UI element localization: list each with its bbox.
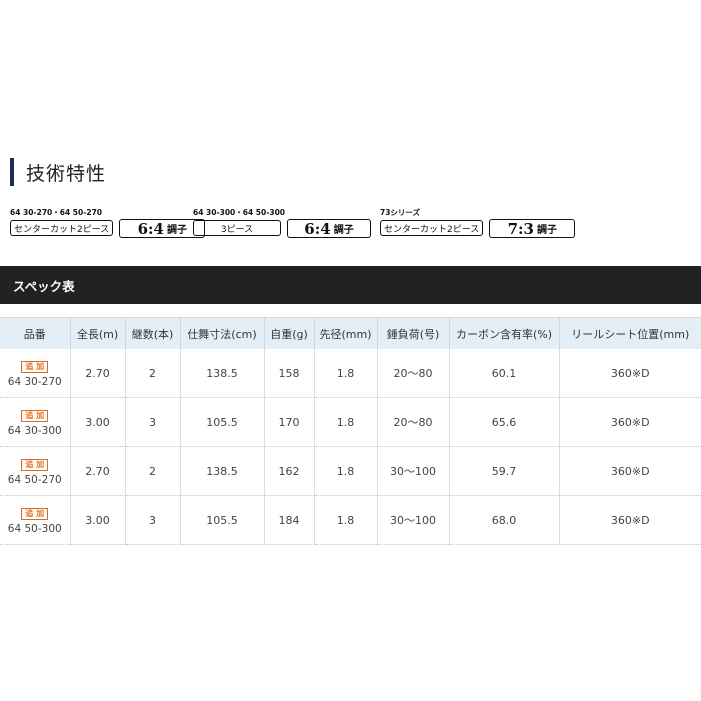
cell-length: 2.70 (70, 349, 126, 398)
cell-model: 追 加 64 30-270 (0, 349, 71, 398)
model-number: 64 30-300 (7, 424, 62, 437)
feature-caption: 73シリーズ (380, 208, 421, 217)
cell-tip-diameter: 1.8 (314, 397, 378, 447)
heading-accent-bar (10, 158, 14, 186)
cell-weight: 184 (264, 495, 315, 545)
feature-group-2: 64 30-300・64 50-300 3ピース 6:4 調子 (193, 208, 371, 238)
action-suffix: 調子 (536, 225, 557, 236)
cell-sinker-load: 20〜80 (377, 349, 450, 398)
cell-pieces: 3 (125, 397, 181, 447)
table-row: 追 加 64 30-300 3.00 3 105.5 170 1.8 20〜80 … (0, 397, 701, 447)
feature-action-label: 6:4 調子 (287, 219, 371, 238)
model-number: 64 30-270 (7, 375, 62, 388)
new-badge: 追 加 (21, 409, 49, 422)
feature-construction-label: 3ピース (193, 220, 281, 236)
cell-carbon: 68.0 (449, 495, 560, 545)
action-ratio: 6:4 (137, 219, 164, 238)
spec-table-header-bar: スペック表 (0, 266, 701, 304)
section-heading: 技術特性 (10, 157, 106, 187)
model-number: 64 50-300 (7, 522, 62, 535)
cell-closed-length: 105.5 (180, 397, 265, 447)
cell-reel-seat: 360※D (559, 397, 701, 447)
cell-carbon: 65.6 (449, 397, 560, 447)
cell-weight: 170 (264, 397, 315, 447)
cell-sinker-load: 20〜80 (377, 397, 450, 447)
col-header-weight: 自重(g) (264, 317, 315, 349)
cell-length: 2.70 (70, 446, 126, 496)
feature-action-label: 7:3 調子 (489, 219, 576, 238)
section-title: 技術特性 (26, 162, 107, 185)
col-header-carbon: カーボン含有率(%) (449, 317, 560, 349)
col-header-tip-diameter: 先径(mm) (314, 317, 378, 349)
feature-construction-label: センターカット2ピース (10, 220, 114, 236)
new-badge: 追 加 (21, 458, 49, 471)
cell-pieces: 2 (125, 446, 181, 496)
table-row: 追 加 64 30-270 2.70 2 138.5 158 1.8 20〜80 … (0, 349, 701, 398)
feature-group-1: 64 30-270・64 50-270 センターカット2ピース 6:4 調子 (10, 208, 206, 238)
spec-table: 品番 全長(m) 継数(本) 仕舞寸法(cm) 自重(g) 先径(mm) 錘負荷… (0, 317, 701, 545)
feature-caption: 64 30-300・64 50-300 (193, 208, 286, 217)
cell-weight: 158 (264, 349, 315, 398)
col-header-model: 品番 (0, 317, 71, 349)
cell-reel-seat: 360※D (559, 446, 701, 496)
col-header-reel-seat: リールシート位置(mm) (559, 317, 701, 349)
action-ratio: 6:4 (304, 219, 331, 238)
col-header-length: 全長(m) (70, 317, 126, 349)
col-header-sinker-load: 錘負荷(号) (377, 317, 450, 349)
cell-reel-seat: 360※D (559, 495, 701, 545)
cell-closed-length: 138.5 (180, 349, 265, 398)
cell-pieces: 3 (125, 495, 181, 545)
feature-group-3: 73シリーズ センターカット2ピース 7:3 調子 (380, 208, 576, 238)
cell-carbon: 60.1 (449, 349, 560, 398)
cell-sinker-load: 30〜100 (377, 495, 450, 545)
action-ratio: 7:3 (507, 219, 534, 238)
feature-construction-label: センターカット2ピース (380, 220, 484, 236)
cell-weight: 162 (264, 446, 315, 496)
new-badge: 追 加 (21, 360, 49, 373)
feature-caption: 64 30-270・64 50-270 (10, 208, 103, 217)
cell-model: 追 加 64 50-300 (0, 495, 71, 545)
cell-carbon: 59.7 (449, 446, 560, 496)
cell-length: 3.00 (70, 495, 126, 545)
action-suffix: 調子 (333, 225, 354, 236)
feature-labels: 64 30-270・64 50-270 センターカット2ピース 6:4 調子 64… (10, 208, 576, 242)
cell-closed-length: 105.5 (180, 495, 265, 545)
table-row: 追 加 64 50-270 2.70 2 138.5 162 1.8 30〜100… (0, 446, 701, 496)
cell-model: 追 加 64 50-270 (0, 446, 71, 496)
table-row: 追 加 64 50-300 3.00 3 105.5 184 1.8 30〜100… (0, 495, 701, 545)
cell-model: 追 加 64 30-300 (0, 397, 71, 447)
cell-tip-diameter: 1.8 (314, 349, 378, 398)
col-header-pieces: 継数(本) (125, 317, 181, 349)
cell-tip-diameter: 1.8 (314, 446, 378, 496)
model-number: 64 50-270 (7, 473, 62, 486)
cell-sinker-load: 30〜100 (377, 446, 450, 496)
spec-table-title: スペック表 (13, 278, 75, 294)
cell-closed-length: 138.5 (180, 446, 265, 496)
cell-length: 3.00 (70, 397, 126, 447)
col-header-closed-length: 仕舞寸法(cm) (180, 317, 265, 349)
cell-tip-diameter: 1.8 (314, 495, 378, 545)
cell-pieces: 2 (125, 349, 181, 398)
new-badge: 追 加 (21, 507, 49, 520)
table-header-row: 品番 全長(m) 継数(本) 仕舞寸法(cm) 自重(g) 先径(mm) 錘負荷… (0, 317, 701, 349)
cell-reel-seat: 360※D (559, 349, 701, 398)
action-suffix: 調子 (166, 225, 187, 236)
